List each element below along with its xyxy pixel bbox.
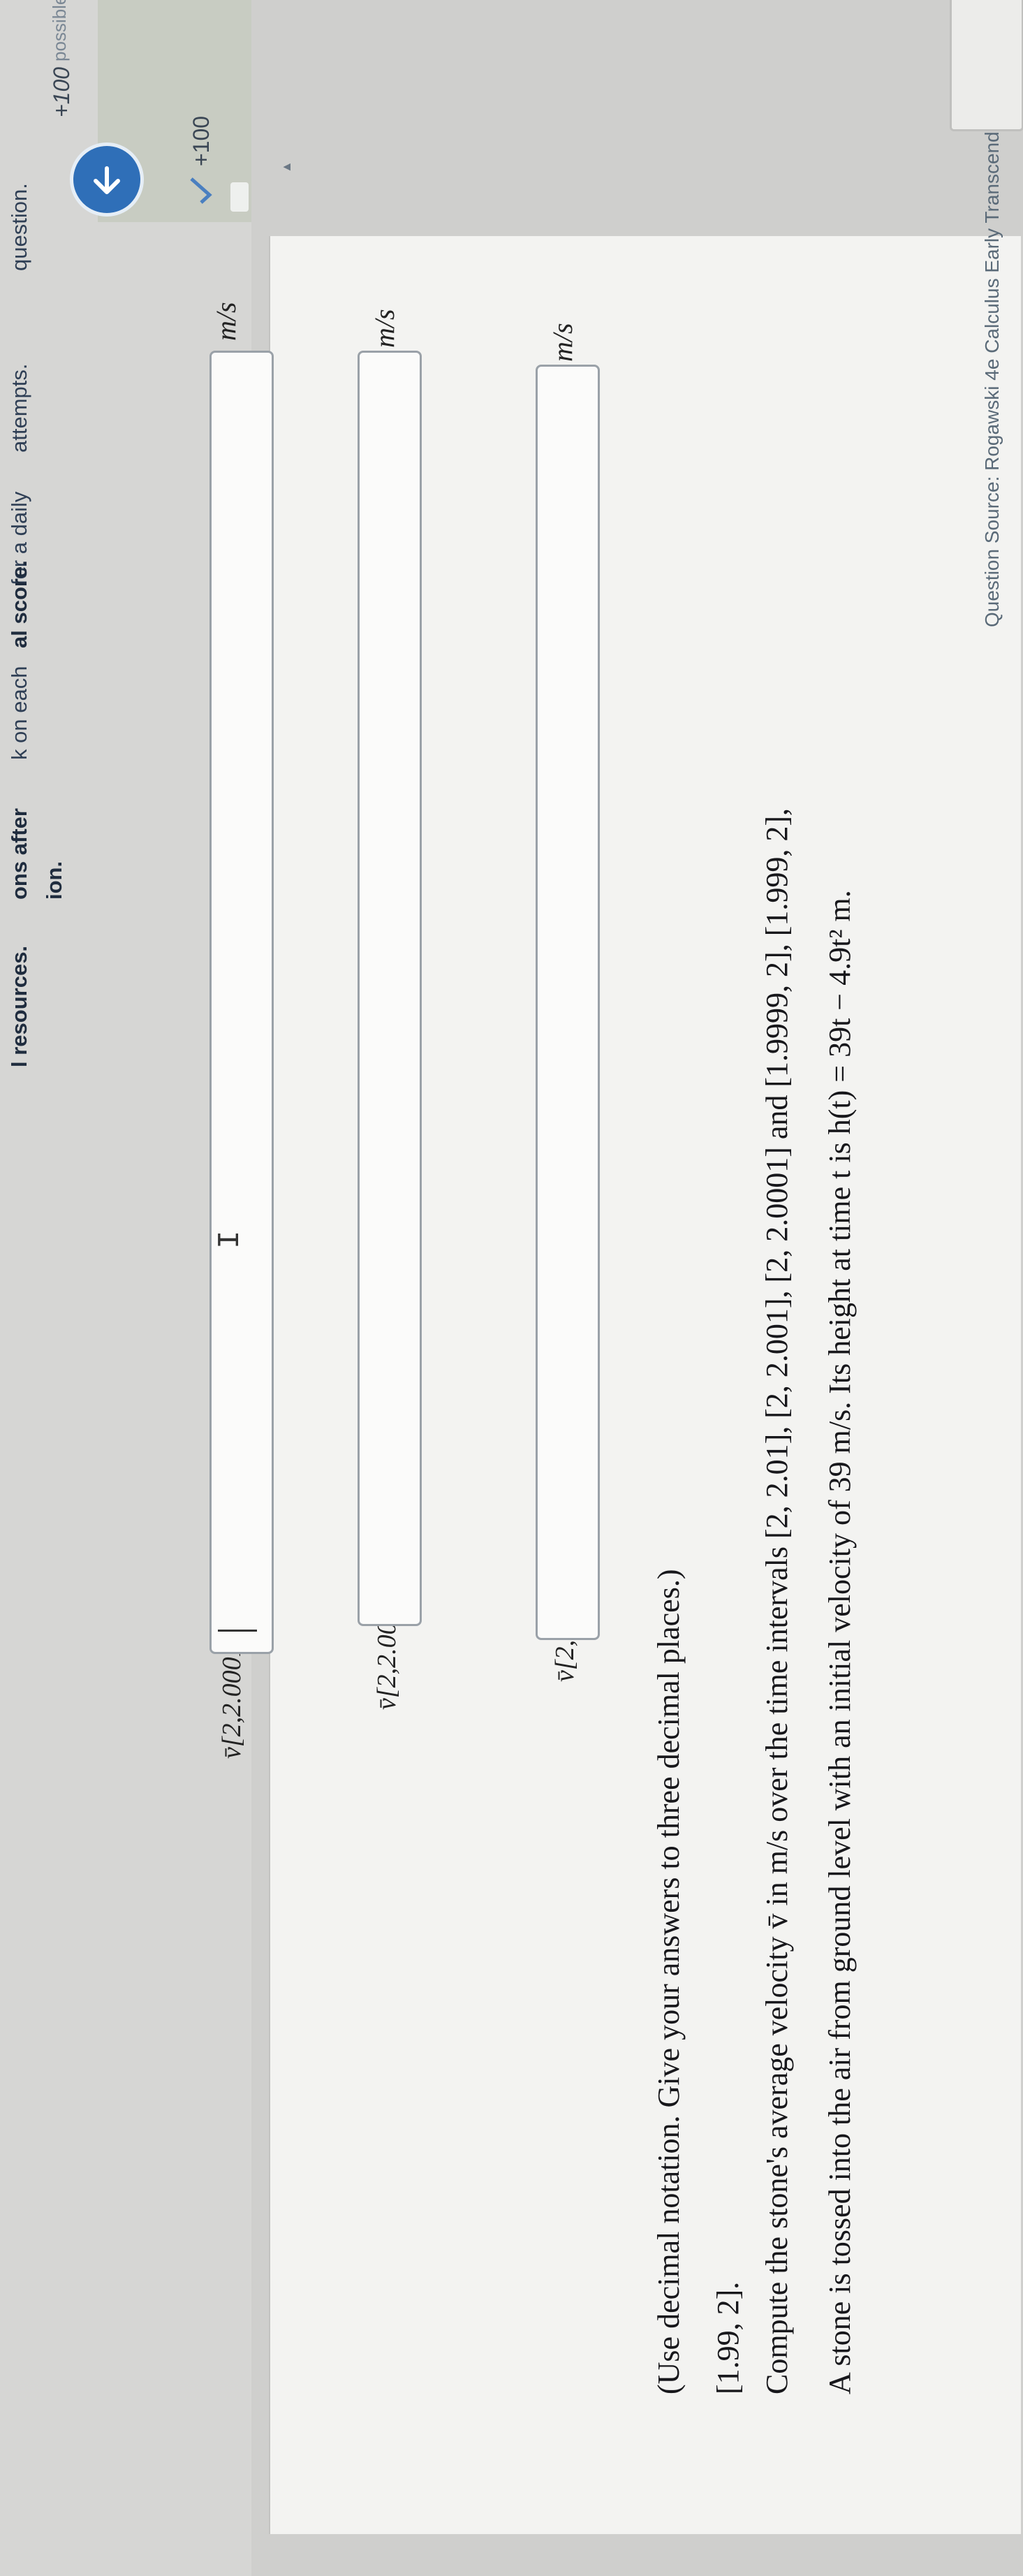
possible-score: +100 xyxy=(49,66,74,117)
answer-input-2[interactable] xyxy=(358,351,422,1626)
ibeam-cursor-icon: I xyxy=(213,1230,248,1249)
check-icon xyxy=(190,177,212,204)
question-line-2: Compute the stone's average velocity v̄ … xyxy=(760,807,794,2394)
sidebar-text-4: al score. xyxy=(7,560,31,648)
answer-input-1[interactable] xyxy=(536,365,600,1640)
answer-input-3[interactable] xyxy=(209,351,274,1654)
caret-up-icon[interactable]: ▲ xyxy=(279,161,294,173)
text-cursor xyxy=(218,1630,257,1632)
header-button[interactable] xyxy=(950,0,1023,131)
rotated-screen: question. attempts. for a daily al score… xyxy=(0,0,1023,2576)
sidebar-text-5: k on each xyxy=(7,666,31,760)
question-line-4: (Use decimal notation. Give your answers… xyxy=(652,1569,686,2394)
question-line-3: [1.99, 2]. xyxy=(711,2281,745,2394)
sidebar-text-2: attempts. xyxy=(7,363,31,453)
sidebar-text-7: ion. xyxy=(42,861,66,900)
arrow-left-icon xyxy=(94,166,120,194)
sidebar-text-8: l resources. xyxy=(7,945,31,1067)
sidebar-text-6: ons after xyxy=(7,808,31,900)
question-line-1: A stone is tossed into the air from grou… xyxy=(823,890,857,2394)
possible-label: possible xyxy=(49,0,70,61)
sidebar-text-1: question. xyxy=(7,183,31,271)
progress-indicator xyxy=(230,182,249,212)
answer-unit-2: m/s xyxy=(369,309,400,348)
question-card: A stone is tossed into the air from grou… xyxy=(269,236,1021,2534)
question-source: Question Source: Rogawski 4e Calculus Ea… xyxy=(981,79,1003,627)
back-button[interactable] xyxy=(70,142,144,217)
checked-score: +100 xyxy=(189,115,214,166)
answer-unit-3: m/s xyxy=(210,302,242,341)
answer-unit-1: m/s xyxy=(547,323,578,362)
